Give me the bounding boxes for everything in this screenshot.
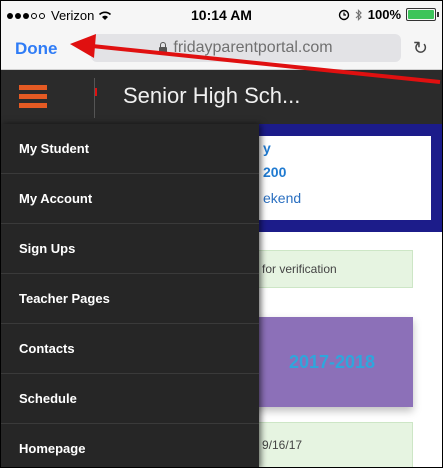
- bluetooth-icon: [355, 8, 362, 21]
- school-year-tile[interactable]: 2017-2018: [251, 317, 413, 407]
- status-right-group: 100%: [338, 7, 439, 22]
- date-notice[interactable]: 9/16/17: [251, 422, 413, 467]
- screenshot-frame: Verizon 10:14 AM 100% Done fridayparentp…: [0, 0, 443, 468]
- page-title: Senior High Sch...: [123, 83, 301, 108]
- info-card-line-1: y: [263, 140, 271, 156]
- menu-item-label: My Account: [19, 191, 93, 206]
- info-card-line-3: ekend: [263, 190, 302, 206]
- reload-icon[interactable]: ↻: [413, 38, 428, 59]
- side-menu: My Student My Account Sign Ups Teacher P…: [1, 124, 259, 467]
- header-divider: [94, 78, 95, 118]
- menu-item-label: My Student: [19, 141, 90, 156]
- site-header: Senior High Sch...: [1, 70, 442, 124]
- menu-item-my-account[interactable]: My Account: [1, 174, 259, 224]
- status-bar: Verizon 10:14 AM 100%: [1, 1, 442, 29]
- menu-item-sign-ups[interactable]: Sign Ups: [1, 224, 259, 274]
- battery-icon: [406, 8, 439, 21]
- menu-item-label: Schedule: [19, 391, 77, 406]
- menu-item-schedule[interactable]: Schedule: [1, 374, 259, 424]
- battery-percent: 100%: [367, 7, 401, 22]
- done-button[interactable]: Done: [15, 39, 58, 59]
- content-panel: for verification 2017-2018 9/16/17: [251, 232, 442, 467]
- info-card[interactable]: y 200 ekend: [251, 136, 431, 220]
- lock-icon: [159, 41, 168, 54]
- menu-item-contacts[interactable]: Contacts: [1, 324, 259, 374]
- menu-item-homepage[interactable]: Homepage: [1, 424, 259, 467]
- url-field[interactable]: fridayparentportal.com: [91, 34, 401, 62]
- menu-item-my-student[interactable]: My Student: [1, 124, 259, 174]
- hamburger-icon[interactable]: [19, 85, 47, 109]
- menu-item-teacher-pages[interactable]: Teacher Pages: [1, 274, 259, 324]
- menu-item-label: Contacts: [19, 341, 75, 356]
- menu-item-label: Sign Ups: [19, 241, 76, 256]
- browser-url-bar: Done fridayparentportal.com ↻: [1, 29, 442, 70]
- menu-item-label: Teacher Pages: [19, 291, 110, 306]
- alarm-icon: [338, 9, 349, 20]
- verification-notice[interactable]: for verification: [251, 250, 413, 288]
- menu-item-label: Homepage: [19, 441, 86, 456]
- info-card-line-2: 200: [263, 164, 287, 180]
- battery-fill: [408, 10, 434, 19]
- url-text: fridayparentportal.com: [173, 39, 333, 56]
